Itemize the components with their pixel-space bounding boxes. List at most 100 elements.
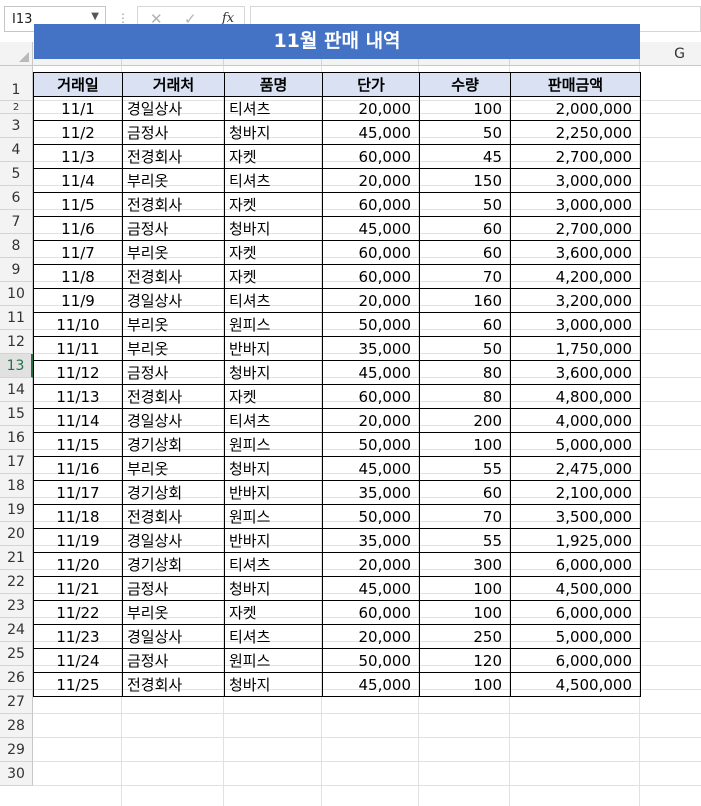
row-header-9[interactable]: 9 (0, 258, 33, 282)
item-cell[interactable]: 반바지 (224, 528, 323, 553)
row-header-8[interactable]: 8 (0, 234, 33, 258)
amount-cell[interactable]: 1,925,000 (510, 528, 641, 553)
column-title[interactable]: 수량 (419, 72, 511, 97)
price-cell[interactable]: 20,000 (322, 96, 420, 121)
client-cell[interactable]: 전경회사 (122, 504, 225, 529)
client-cell[interactable]: 부리옷 (122, 240, 225, 265)
qty-cell[interactable]: 100 (419, 600, 511, 625)
row-header-28[interactable]: 28 (0, 714, 33, 738)
row-header-15[interactable]: 15 (0, 402, 33, 426)
column-title[interactable]: 거래처 (122, 72, 225, 97)
date-cell[interactable]: 11/19 (33, 528, 123, 553)
item-cell[interactable]: 반바지 (224, 336, 323, 361)
date-cell[interactable]: 11/17 (33, 480, 123, 505)
client-cell[interactable]: 부리옷 (122, 336, 225, 361)
item-cell[interactable]: 청바지 (224, 456, 323, 481)
price-cell[interactable]: 45,000 (322, 216, 420, 241)
price-cell[interactable]: 60,000 (322, 264, 420, 289)
client-cell[interactable]: 금정사 (122, 360, 225, 385)
client-cell[interactable]: 전경회사 (122, 384, 225, 409)
amount-cell[interactable]: 6,000,000 (510, 648, 641, 673)
qty-cell[interactable]: 70 (419, 264, 511, 289)
item-cell[interactable]: 청바지 (224, 576, 323, 601)
price-cell[interactable]: 45,000 (322, 360, 420, 385)
item-cell[interactable]: 티셔츠 (224, 96, 323, 121)
price-cell[interactable]: 50,000 (322, 312, 420, 337)
qty-cell[interactable]: 55 (419, 456, 511, 481)
price-cell[interactable]: 45,000 (322, 576, 420, 601)
item-cell[interactable]: 티셔츠 (224, 288, 323, 313)
column-title[interactable]: 품명 (224, 72, 323, 97)
qty-cell[interactable]: 100 (419, 672, 511, 697)
price-cell[interactable]: 45,000 (322, 456, 420, 481)
row-header-27[interactable]: 27 (0, 690, 33, 714)
column-title[interactable]: 단가 (322, 72, 420, 97)
client-cell[interactable]: 부리옷 (122, 312, 225, 337)
item-cell[interactable]: 자켓 (224, 384, 323, 409)
row-header-1[interactable]: 1 (0, 66, 33, 101)
row-header-24[interactable]: 24 (0, 618, 33, 642)
qty-cell[interactable]: 100 (419, 96, 511, 121)
date-cell[interactable]: 11/11 (33, 336, 123, 361)
client-cell[interactable]: 경일상사 (122, 96, 225, 121)
item-cell[interactable]: 자켓 (224, 600, 323, 625)
qty-cell[interactable]: 50 (419, 336, 511, 361)
client-cell[interactable]: 경기상회 (122, 552, 225, 577)
qty-cell[interactable]: 120 (419, 648, 511, 673)
column-title[interactable]: 판매금액 (510, 72, 641, 97)
row-header-26[interactable]: 26 (0, 666, 33, 690)
qty-cell[interactable]: 50 (419, 192, 511, 217)
amount-cell[interactable]: 4,000,000 (510, 408, 641, 433)
chevron-down-icon[interactable]: ▼ (91, 11, 99, 22)
price-cell[interactable]: 35,000 (322, 336, 420, 361)
row-header-17[interactable]: 17 (0, 450, 33, 474)
item-cell[interactable]: 청바지 (224, 216, 323, 241)
column-header-g[interactable]: G (640, 42, 701, 66)
amount-cell[interactable]: 6,000,000 (510, 552, 641, 577)
price-cell[interactable]: 60,000 (322, 600, 420, 625)
date-cell[interactable]: 11/20 (33, 552, 123, 577)
date-cell[interactable]: 11/14 (33, 408, 123, 433)
select-all-button[interactable] (0, 42, 33, 66)
amount-cell[interactable]: 5,000,000 (510, 432, 641, 457)
row-header-23[interactable]: 23 (0, 594, 33, 618)
price-cell[interactable]: 35,000 (322, 528, 420, 553)
amount-cell[interactable]: 2,700,000 (510, 216, 641, 241)
date-cell[interactable]: 11/3 (33, 144, 123, 169)
amount-cell[interactable]: 3,600,000 (510, 240, 641, 265)
amount-cell[interactable]: 3,600,000 (510, 360, 641, 385)
item-cell[interactable]: 원피스 (224, 312, 323, 337)
date-cell[interactable]: 11/8 (33, 264, 123, 289)
qty-cell[interactable]: 160 (419, 288, 511, 313)
price-cell[interactable]: 20,000 (322, 168, 420, 193)
row-header-6[interactable]: 6 (0, 186, 33, 210)
date-cell[interactable]: 11/6 (33, 216, 123, 241)
date-cell[interactable]: 11/1 (33, 96, 123, 121)
date-cell[interactable]: 11/18 (33, 504, 123, 529)
item-cell[interactable]: 자켓 (224, 240, 323, 265)
item-cell[interactable]: 원피스 (224, 648, 323, 673)
client-cell[interactable]: 부리옷 (122, 456, 225, 481)
item-cell[interactable]: 티셔츠 (224, 624, 323, 649)
qty-cell[interactable]: 60 (419, 480, 511, 505)
date-cell[interactable]: 11/9 (33, 288, 123, 313)
amount-cell[interactable]: 5,000,000 (510, 624, 641, 649)
row-header-12[interactable]: 12 (0, 330, 33, 354)
column-title[interactable]: 거래일 (33, 72, 123, 97)
price-cell[interactable]: 35,000 (322, 480, 420, 505)
row-header-3[interactable]: 3 (0, 114, 33, 138)
client-cell[interactable]: 금정사 (122, 576, 225, 601)
qty-cell[interactable]: 150 (419, 168, 511, 193)
date-cell[interactable]: 11/25 (33, 672, 123, 697)
client-cell[interactable]: 경기상회 (122, 480, 225, 505)
client-cell[interactable]: 금정사 (122, 216, 225, 241)
amount-cell[interactable]: 6,000,000 (510, 600, 641, 625)
item-cell[interactable]: 원피스 (224, 432, 323, 457)
price-cell[interactable]: 60,000 (322, 240, 420, 265)
item-cell[interactable]: 티셔츠 (224, 408, 323, 433)
qty-cell[interactable]: 45 (419, 144, 511, 169)
qty-cell[interactable]: 60 (419, 216, 511, 241)
date-cell[interactable]: 11/7 (33, 240, 123, 265)
qty-cell[interactable]: 50 (419, 120, 511, 145)
client-cell[interactable]: 전경회사 (122, 264, 225, 289)
